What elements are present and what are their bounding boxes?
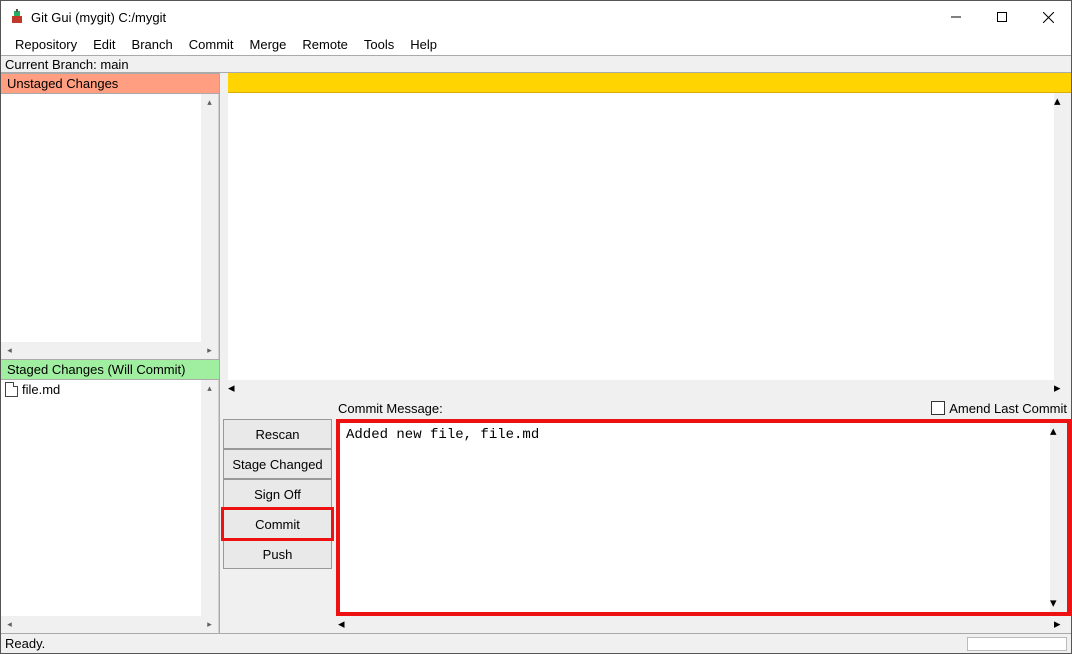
unstaged-header: Unstaged Changes (1, 73, 219, 94)
scroll-up-icon[interactable] (1050, 423, 1067, 440)
rescan-button[interactable]: Rescan (223, 419, 332, 449)
commit-header-row: Commit Message: Amend Last Commit (220, 397, 1071, 419)
diff-view[interactable] (228, 93, 1071, 380)
commit-button-column: Rescan Stage Changed Sign Off Commit Pus… (220, 419, 332, 616)
menu-tools[interactable]: Tools (356, 36, 402, 53)
window-controls (933, 1, 1071, 33)
window-title: Git Gui (mygit) C:/mygit (31, 10, 166, 25)
scroll-right-icon[interactable] (1054, 380, 1071, 397)
main-area: Unstaged Changes Staged Changes (Will Co… (1, 73, 1071, 633)
scroll-up-icon[interactable] (1054, 93, 1071, 110)
status-bar: Ready. (1, 633, 1071, 653)
amend-checkbox[interactable] (931, 401, 945, 415)
menu-edit[interactable]: Edit (85, 36, 123, 53)
file-name: file.md (22, 382, 60, 397)
menu-branch[interactable]: Branch (124, 36, 181, 53)
menu-remote[interactable]: Remote (294, 36, 356, 53)
commit-section: Commit Message: Amend Last Commit Rescan… (220, 397, 1071, 633)
titlebar: Git Gui (mygit) C:/mygit (1, 1, 1071, 33)
scroll-left-icon[interactable] (1, 342, 18, 359)
menubar: Repository Edit Branch Commit Merge Remo… (1, 33, 1071, 55)
unstaged-pane (1, 94, 219, 359)
scroll-right-icon[interactable] (1054, 616, 1071, 633)
unstaged-hscrollbar[interactable] (1, 342, 218, 359)
menu-merge[interactable]: Merge (242, 36, 295, 53)
scroll-up-icon[interactable] (201, 380, 218, 397)
scroll-left-icon[interactable] (228, 380, 245, 397)
staged-header: Staged Changes (Will Commit) (1, 359, 219, 380)
left-column: Unstaged Changes Staged Changes (Will Co… (1, 73, 220, 633)
scroll-left-icon[interactable] (338, 616, 355, 633)
commit-msg-vscrollbar[interactable] (1050, 423, 1067, 612)
scroll-up-icon[interactable] (201, 94, 218, 111)
staged-vscrollbar[interactable] (201, 380, 218, 616)
staged-pane: file.md (1, 380, 219, 633)
amend-last-commit[interactable]: Amend Last Commit (931, 401, 1067, 416)
amend-label: Amend Last Commit (949, 401, 1067, 416)
stage-changed-button[interactable]: Stage Changed (223, 449, 332, 479)
scroll-right-icon[interactable] (201, 342, 218, 359)
scroll-right-icon[interactable] (201, 616, 218, 633)
maximize-button[interactable] (979, 1, 1025, 33)
unstaged-file-list[interactable] (1, 94, 218, 342)
commit-message-box (336, 419, 1071, 616)
commit-button[interactable]: Commit (223, 509, 332, 539)
menu-commit[interactable]: Commit (181, 36, 242, 53)
file-icon (5, 382, 18, 397)
scroll-left-icon[interactable] (1, 616, 18, 633)
unstaged-vscrollbar[interactable] (201, 94, 218, 342)
commit-message-input[interactable] (340, 423, 1050, 612)
status-text: Ready. (5, 636, 45, 651)
progress-well (967, 637, 1067, 651)
close-button[interactable] (1025, 1, 1071, 33)
menu-help[interactable]: Help (402, 36, 445, 53)
commit-message-label: Commit Message: (338, 401, 443, 416)
staged-file-list[interactable]: file.md (1, 380, 218, 616)
list-item[interactable]: file.md (1, 380, 218, 399)
git-gui-icon (9, 9, 25, 25)
staged-hscrollbar[interactable] (1, 616, 218, 633)
push-button[interactable]: Push (223, 539, 332, 569)
menu-repository[interactable]: Repository (7, 36, 85, 53)
scroll-down-icon[interactable] (1050, 595, 1067, 612)
diff-hscrollbar[interactable] (228, 380, 1071, 397)
current-branch-label: Current Branch: main (1, 55, 1071, 73)
minimize-button[interactable] (933, 1, 979, 33)
diff-header-bar (228, 73, 1071, 93)
diff-vscrollbar[interactable] (1054, 93, 1071, 380)
commit-msg-hscrollbar[interactable] (338, 616, 1071, 633)
right-column: Commit Message: Amend Last Commit Rescan… (220, 73, 1071, 633)
sign-off-button[interactable]: Sign Off (223, 479, 332, 509)
